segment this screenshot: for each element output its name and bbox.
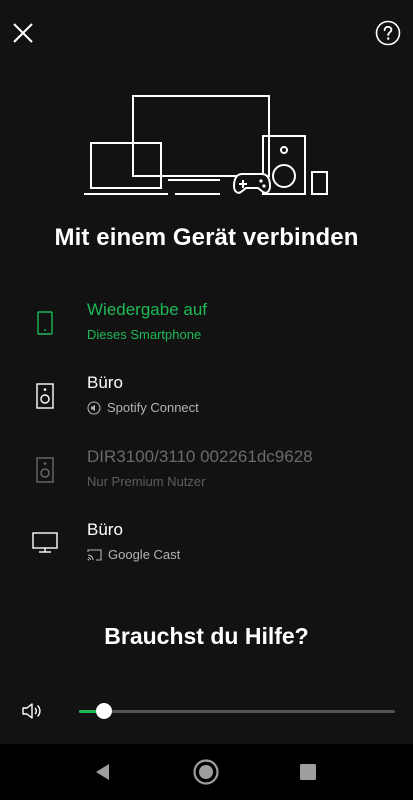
- close-button[interactable]: [8, 18, 38, 48]
- device-subtitle: Google Cast: [87, 547, 180, 562]
- recents-button[interactable]: [293, 757, 323, 787]
- device-subtitle: Nur Premium Nutzer: [87, 474, 205, 489]
- android-nav-bar: [0, 744, 413, 800]
- device-subtitle-text: Google Cast: [108, 547, 181, 562]
- home-circle-icon: [193, 759, 219, 785]
- volume-control: [0, 696, 413, 726]
- spotify-connect-icon: [87, 400, 101, 415]
- device-subtitle-text: Spotify Connect: [107, 400, 199, 415]
- smartphone-icon: [30, 308, 60, 338]
- devices-illustration: [84, 95, 328, 195]
- back-triangle-icon: [96, 764, 109, 780]
- device-subtitle-text: Dieses Smartphone: [87, 327, 202, 342]
- connect-screen: Mit einem Gerät verbinden Wiedergabe auf…: [0, 0, 413, 744]
- tv-icon: [30, 528, 60, 558]
- device-name: Wiedergabe auf: [87, 300, 208, 319]
- speaker-icon: [30, 455, 60, 485]
- question-circle-icon: [375, 20, 401, 46]
- page-title: Mit einem Gerät verbinden: [54, 224, 359, 251]
- cast-icon: [87, 548, 102, 561]
- device-subtitle: Spotify Connect: [87, 400, 199, 415]
- device-item-this-phone[interactable]: Wiedergabe auf Dieses Smartphone: [0, 300, 413, 360]
- device-item-buero-google-cast[interactable]: Büro Google Cast: [0, 520, 413, 580]
- device-name: Büro: [87, 520, 123, 539]
- device-item-buero-spotify-connect[interactable]: Büro Spotify Connect: [0, 373, 413, 433]
- device-name: DIR3100/3110 002261dc9628: [87, 447, 313, 466]
- close-icon: [13, 23, 33, 43]
- volume-slider-thumb[interactable]: [96, 703, 112, 719]
- recents-square-icon: [300, 764, 316, 780]
- device-name: Büro: [87, 373, 123, 392]
- home-button[interactable]: [191, 757, 221, 787]
- volume-slider-track[interactable]: [79, 710, 395, 713]
- device-item-dir3100: DIR3100/3110 002261dc9628 Nur Premium Nu…: [0, 447, 413, 507]
- help-heading: Brauchst du Hilfe?: [104, 623, 309, 649]
- speaker-icon: [30, 381, 60, 411]
- help-button[interactable]: [373, 18, 403, 48]
- device-subtitle-text: Nur Premium Nutzer: [87, 474, 206, 489]
- volume-icon: [22, 703, 41, 719]
- back-button[interactable]: [88, 757, 118, 787]
- device-subtitle: Dieses Smartphone: [87, 327, 201, 342]
